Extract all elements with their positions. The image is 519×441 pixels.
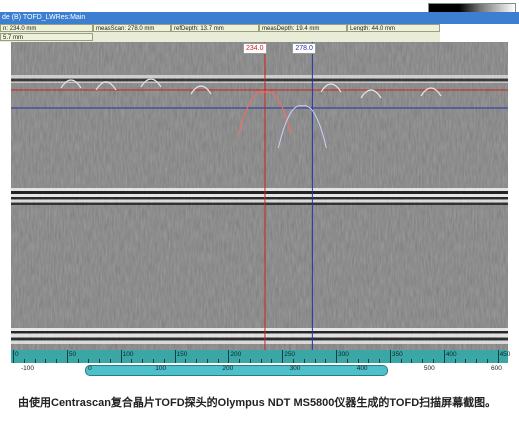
scan-ruler-tick: [23, 359, 25, 363]
tofd-application-window: de (B) TOFD_LWRes:Main n: 234.0 mm measS…: [0, 0, 519, 383]
scan-ruler-tick: [292, 359, 294, 363]
echo-band-12: [11, 338, 508, 340]
scan-ruler-tick: [476, 359, 478, 363]
scan-ruler-tick: [163, 359, 165, 363]
echo-band-1: [11, 79, 508, 81]
scan-ruler-tick: [185, 359, 187, 363]
scan-ruler-tick: [99, 359, 101, 363]
echo-band-8: [11, 203, 508, 205]
echo-band-13: [11, 341, 508, 344]
scan-ruler-tick: [346, 359, 348, 363]
echo-band-7: [11, 200, 508, 202]
scroll-axis-label: 600: [491, 365, 502, 372]
reference-cursor-label[interactable]: 234.0: [242, 43, 267, 54]
echo-band-10: [11, 331, 508, 333]
scan-ruler-tick: [271, 359, 273, 363]
scan-ruler-tick: [131, 359, 133, 363]
scan-ruler-tick: [497, 350, 499, 363]
scan-ruler-tick: [249, 359, 251, 363]
echo-band-3: [11, 188, 508, 191]
scan-ruler-label: 250: [284, 351, 296, 358]
scroll-axis-label: -100: [21, 365, 35, 372]
scan-ruler-tick: [56, 359, 58, 363]
scan-ruler-label: 400: [445, 351, 457, 358]
measure-cursor-label[interactable]: 278.0: [292, 43, 316, 54]
scan-ruler-tick: [260, 359, 262, 363]
view-title: de (B) TOFD_LWRes:Main: [2, 14, 86, 21]
extra-value-cell: 5.7 mm: [0, 33, 93, 41]
scan-ruler-tick: [443, 350, 445, 363]
figure-caption: 由使用Centrascan复合晶片TOFD探头的Olympus NDT MS58…: [18, 397, 497, 409]
scan-ruler-tick: [45, 359, 47, 363]
scan-ruler-label: 300: [338, 351, 349, 358]
scroll-axis-label: 0: [88, 365, 92, 372]
scan-ruler-tick: [465, 359, 467, 363]
meas-depth-cell: measDepth: 19.4 mm: [259, 24, 347, 32]
scan-ruler-tick: [206, 359, 208, 363]
scan-ruler-tick: [88, 359, 90, 363]
echo-band-11: [11, 334, 508, 337]
scan-ruler-label: 100: [122, 351, 134, 358]
scan-ruler-tick: [142, 359, 144, 363]
tofd-b-scan-image[interactable]: [11, 42, 508, 350]
scroll-axis-label: 500: [423, 365, 435, 372]
scan-ruler-tick: [109, 359, 111, 363]
scan-ruler-tick: [325, 359, 327, 363]
scan-ruler-tick: [411, 359, 413, 363]
length-cell: Length: 44.0 mm: [347, 24, 440, 32]
scan-ruler-label: 0: [15, 351, 19, 358]
measurement-info-strip: n: 234.0 mm measScan: 278.0 mm refDepth:…: [0, 24, 440, 42]
scan-ruler-tick: [314, 359, 316, 363]
meas-scan-cell: measScan: 278.0 mm: [93, 24, 171, 32]
scan-ruler-tick: [454, 359, 456, 363]
scroll-axis-label: 200: [222, 365, 234, 372]
scan-ruler-tick: [282, 350, 284, 363]
scan-ruler-label: 350: [391, 351, 403, 358]
scan-ruler-tick: [368, 359, 370, 363]
scan-ruler-label: 50: [68, 351, 77, 358]
scan-ruler-tick: [432, 359, 434, 363]
scan-ruler-tick: [400, 359, 402, 363]
scan-ruler-tick: [120, 350, 122, 363]
scan-ruler-tick: [152, 359, 154, 363]
scan-ruler-tick: [196, 359, 198, 363]
scan-ruler-tick: [379, 359, 381, 363]
scan-ruler-tick: [357, 359, 359, 363]
scan-ruler-label: 150: [176, 351, 188, 358]
scroll-axis-label: 400: [356, 365, 368, 372]
scan-ruler-tick: [34, 359, 36, 363]
scan-ruler-tick: [66, 350, 68, 363]
ref-depth-cell: refDepth: 13.7 mm: [171, 24, 259, 32]
echo-band-2: [11, 82, 508, 83]
scan-ruler-tick: [228, 350, 230, 363]
scan-ruler-tick: [217, 359, 219, 363]
echo-band-4: [11, 191, 508, 194]
view-title-bar: de (B) TOFD_LWRes:Main: [0, 12, 519, 24]
scan-ruler-tick: [422, 359, 424, 363]
scan-ruler-tick: [486, 359, 488, 363]
scroll-slider[interactable]: [85, 365, 388, 376]
ref-scan-cell: n: 234.0 mm: [0, 24, 93, 32]
scan-ruler-tick: [77, 359, 79, 363]
tofd-scan-graphic: [11, 42, 508, 350]
scan-ruler-tick: [239, 359, 241, 363]
scroll-axis-label: 300: [289, 365, 301, 372]
scroll-axis[interactable]: -100 0 100 200 300 400 500 600: [11, 364, 508, 376]
scan-ruler-tick: [13, 350, 14, 363]
echo-band-6: [11, 197, 508, 199]
scroll-axis-label: 100: [155, 365, 167, 372]
echo-band-0: [11, 75, 508, 78]
echo-band-5: [11, 194, 508, 197]
scan-ruler-label: 200: [230, 351, 242, 358]
echo-band-9: [11, 328, 508, 331]
scan-ruler-tick: [336, 350, 338, 363]
scan-ruler-tick: [174, 350, 176, 363]
scan-ruler-tick: [389, 350, 391, 363]
scan-axis-ruler[interactable]: 0 50 100 150 200 250 300 350 400 450: [11, 350, 511, 363]
scan-ruler-label: 450: [499, 351, 511, 358]
scan-ruler-tick: [303, 359, 305, 363]
